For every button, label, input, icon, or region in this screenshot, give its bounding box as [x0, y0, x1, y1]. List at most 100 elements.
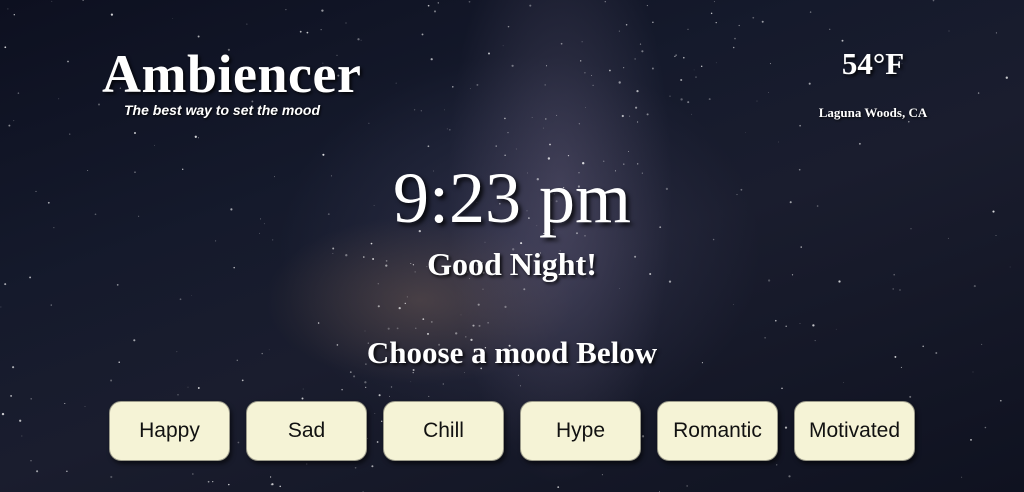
star	[192, 473, 194, 475]
star	[517, 374, 519, 376]
star	[641, 50, 644, 53]
star	[680, 98, 683, 101]
star	[799, 124, 801, 127]
star	[212, 480, 214, 483]
mood-buttons: Happy Sad Chill Hype Romantic Motivated	[109, 401, 915, 461]
star	[785, 325, 787, 328]
star	[197, 35, 200, 38]
star	[608, 69, 611, 72]
star	[584, 72, 586, 74]
star	[687, 101, 690, 104]
star	[482, 288, 484, 290]
star	[306, 31, 309, 34]
star	[430, 320, 433, 323]
temperature: 54°F	[841, 46, 905, 81]
star	[421, 33, 424, 36]
star	[110, 475, 113, 479]
star	[368, 122, 370, 124]
star	[360, 39, 362, 41]
star	[523, 288, 526, 291]
star	[977, 92, 980, 94]
mood-button-hype[interactable]: Hype	[520, 401, 641, 461]
star	[545, 65, 548, 67]
greeting: Good Night!	[427, 246, 597, 282]
star	[427, 145, 430, 148]
star	[427, 4, 430, 7]
star	[961, 476, 963, 478]
star	[858, 142, 861, 145]
star	[590, 74, 593, 77]
weather-widget: 54°F Laguna Woods, CA	[808, 44, 938, 121]
star	[8, 124, 11, 127]
star	[449, 129, 451, 131]
star	[82, 0, 84, 1]
star	[13, 120, 15, 122]
star	[187, 386, 189, 388]
mood-button-chill[interactable]: Chill	[383, 401, 504, 461]
star	[177, 393, 179, 396]
star	[207, 480, 210, 483]
star	[511, 64, 514, 67]
star	[353, 375, 356, 378]
star	[30, 398, 32, 400]
star	[604, 1, 606, 3]
star	[623, 67, 625, 69]
star	[179, 298, 182, 301]
star	[428, 395, 430, 397]
star	[484, 241, 486, 243]
clock-time: 9:23 pm	[392, 158, 631, 238]
star	[299, 30, 302, 33]
mood-button-romantic[interactable]: Romantic	[657, 401, 778, 461]
mood-button-happy[interactable]: Happy	[109, 401, 230, 461]
star	[410, 381, 412, 383]
star	[10, 394, 13, 397]
star	[507, 132, 509, 134]
star	[580, 60, 582, 62]
star	[21, 435, 23, 437]
star	[629, 115, 631, 117]
star	[710, 12, 713, 15]
star	[19, 419, 22, 422]
star	[64, 402, 66, 405]
star	[389, 395, 390, 397]
star	[270, 476, 272, 478]
star	[306, 463, 308, 465]
star	[545, 118, 547, 120]
star	[398, 306, 401, 310]
mood-button-motivated[interactable]: Motivated	[794, 401, 915, 461]
star	[776, 464, 778, 466]
star	[364, 330, 366, 332]
star	[272, 239, 274, 241]
star	[476, 83, 479, 86]
star	[715, 21, 717, 24]
star	[639, 43, 642, 45]
star	[134, 132, 136, 134]
star	[365, 386, 367, 389]
star	[36, 470, 39, 473]
star	[58, 98, 60, 100]
star	[404, 302, 407, 305]
star	[487, 322, 489, 324]
star	[680, 78, 683, 82]
star	[301, 397, 304, 400]
star	[507, 25, 510, 28]
star	[4, 46, 7, 49]
star	[947, 237, 949, 239]
star	[430, 58, 433, 61]
star	[110, 379, 113, 382]
star	[733, 304, 734, 305]
star	[241, 379, 244, 382]
star	[592, 84, 594, 87]
star	[984, 426, 987, 429]
star	[67, 60, 69, 63]
star	[674, 55, 676, 58]
star	[544, 84, 546, 86]
star	[687, 28, 689, 30]
star	[422, 318, 425, 320]
mood-button-sad[interactable]: Sad	[246, 401, 367, 461]
star	[390, 386, 393, 388]
star	[908, 121, 910, 123]
star	[1005, 76, 1008, 79]
star	[556, 114, 558, 116]
star	[246, 23, 248, 25]
